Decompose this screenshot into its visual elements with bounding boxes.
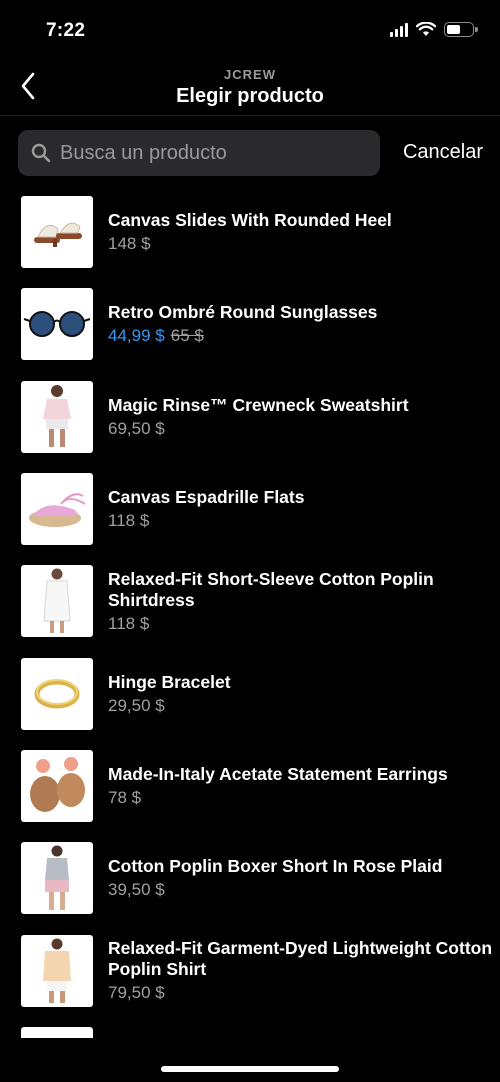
page-title: Elegir producto <box>176 85 324 107</box>
product-thumbnail <box>21 473 93 546</box>
product-list: Canvas Slides With Rounded Heel 148 $ Re… <box>0 186 500 1038</box>
product-price: 39,50 $ <box>108 880 165 900</box>
search-icon <box>30 142 52 164</box>
product-name: Made-In-Italy Acetate Statement Earrings <box>108 763 448 784</box>
product-name: Hinge Bracelet <box>108 671 231 692</box>
product-price: 78 $ <box>108 787 142 807</box>
product-item[interactable]: Canvas Slides With Rounded Heel 148 $ <box>0 186 500 278</box>
search-box[interactable] <box>18 130 380 176</box>
product-thumbnail <box>21 196 93 269</box>
status-time: 7:22 <box>46 20 86 41</box>
product-name: Relaxed-Fit Garment-Dyed Lightweight Cot… <box>108 938 493 980</box>
product-item[interactable]: Hinge Bracelet 29,50 $ <box>0 647 500 739</box>
product-price: 118 $ <box>108 613 150 633</box>
product-sale-price: 44,99 $ <box>108 326 165 346</box>
search-input[interactable] <box>60 141 360 165</box>
product-item[interactable] <box>0 1017 500 1038</box>
product-item[interactable]: Relaxed-Fit Garment-Dyed Lightweight Cot… <box>0 924 500 1016</box>
product-price: 79,50 $ <box>108 983 165 1003</box>
product-original-price: 65 $ <box>170 326 204 346</box>
product-name: Retro Ombré Round Sunglasses <box>108 302 378 323</box>
search-row: Cancelar <box>0 128 500 176</box>
wifi-icon <box>416 22 436 36</box>
home-indicator <box>161 1066 339 1072</box>
product-thumbnail <box>21 288 93 361</box>
cellular-signal-icon <box>390 22 408 37</box>
product-thumbnail <box>21 934 93 1007</box>
battery-icon <box>444 22 478 37</box>
shop-name: JCREW <box>224 67 276 82</box>
product-thumbnail <box>21 380 93 453</box>
product-price: 29,50 $ <box>108 695 165 715</box>
status-icons <box>390 22 478 37</box>
product-item[interactable]: Made-In-Italy Acetate Statement Earrings… <box>0 740 500 832</box>
product-item[interactable]: Magic Rinse™ Crewneck Sweatshirt 69,50 $ <box>0 371 500 463</box>
cancel-button[interactable]: Cancelar <box>403 141 483 164</box>
navigation-bar: JCREW Elegir producto <box>0 60 500 116</box>
product-thumbnail <box>21 749 93 822</box>
status-bar: 7:22 <box>0 0 500 60</box>
product-thumbnail <box>21 657 93 730</box>
product-name: Relaxed-Fit Short-Sleeve Cotton Poplin S… <box>108 568 434 610</box>
product-item[interactable]: Relaxed-Fit Short-Sleeve Cotton Poplin S… <box>0 555 500 647</box>
product-name: Cotton Poplin Boxer Short In Rose Plaid <box>108 856 443 877</box>
product-thumbnail <box>21 1026 93 1038</box>
product-name: Canvas Slides With Rounded Heel <box>108 210 392 231</box>
product-price: 69,50 $ <box>108 418 165 438</box>
product-item[interactable]: Retro Ombré Round Sunglasses 44,99 $65 $ <box>0 278 500 370</box>
product-thumbnail <box>21 842 93 915</box>
product-price: 148 $ <box>108 234 151 254</box>
product-item[interactable]: Cotton Poplin Boxer Short In Rose Plaid … <box>0 832 500 924</box>
product-name: Magic Rinse™ Crewneck Sweatshirt <box>108 394 409 415</box>
product-price: 118 $ <box>108 511 150 531</box>
product-name: Canvas Espadrille Flats <box>108 487 305 508</box>
product-item[interactable]: Canvas Espadrille Flats 118 $ <box>0 463 500 555</box>
product-thumbnail <box>21 565 93 638</box>
